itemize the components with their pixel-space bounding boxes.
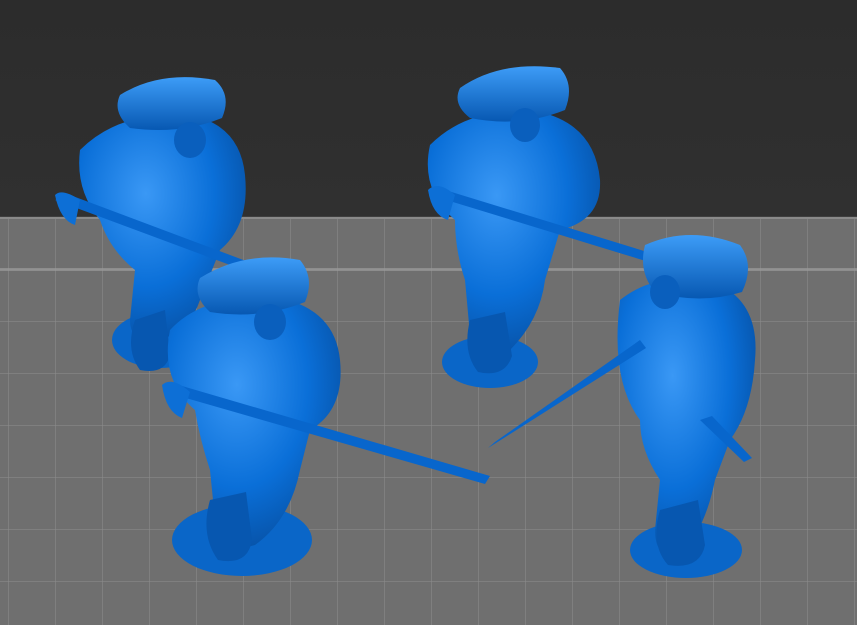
bedroll-pack — [457, 66, 569, 122]
torso-coat — [167, 297, 341, 548]
boot — [656, 500, 705, 566]
bedroll-pack — [197, 257, 309, 315]
boot — [467, 312, 512, 374]
bedroll-pack — [117, 77, 226, 131]
rifle-stock — [55, 192, 80, 225]
model-scene[interactable] — [0, 0, 857, 625]
helmet-head — [510, 108, 540, 142]
3d-viewport[interactable] — [0, 0, 857, 625]
boot — [206, 492, 252, 562]
helmet-head — [650, 275, 680, 309]
helmet-head — [254, 304, 286, 340]
helmet-head — [174, 122, 206, 158]
soldier-figure-3[interactable] — [162, 257, 490, 576]
